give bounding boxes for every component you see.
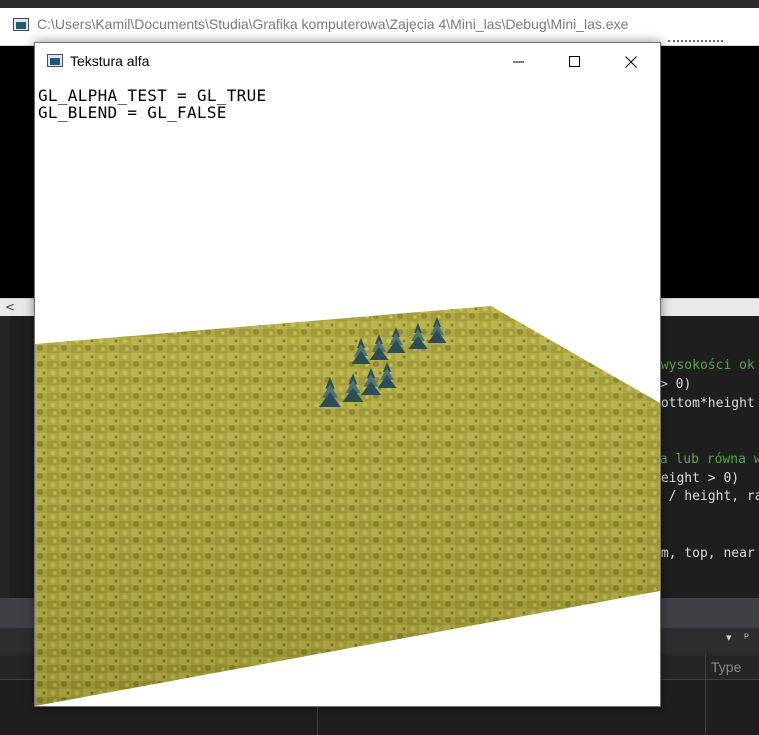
maximize-button[interactable] bbox=[547, 43, 603, 81]
code-line: wysokości ok bbox=[653, 358, 755, 373]
gl-window[interactable]: Tekstura alfa GL_ALPHA_TEST = GL_TRUE GL… bbox=[34, 42, 661, 707]
gl-viewport[interactable]: GL_ALPHA_TEST = GL_TRUE GL_BLEND = GL_FA… bbox=[35, 81, 660, 706]
scroll-right-area[interactable] bbox=[739, 299, 759, 316]
maximize-icon bbox=[569, 56, 580, 67]
window-title: Tekstura alfa bbox=[70, 53, 150, 69]
gl-titlebar[interactable]: Tekstura alfa bbox=[35, 43, 660, 81]
code-line: ) / height, ra bbox=[653, 489, 759, 504]
code-line: > 0) bbox=[660, 377, 692, 392]
code-line: oottom*height bbox=[653, 396, 755, 411]
scene bbox=[35, 306, 660, 706]
column-header-type[interactable]: Type bbox=[711, 659, 741, 675]
blend-status: GL_BLEND = GL_FALSE bbox=[38, 103, 227, 122]
code-line: ka lub równa w bbox=[652, 452, 759, 467]
scroll-left-icon[interactable]: < bbox=[0, 299, 20, 316]
desktop: C:\Users\Kamil\Documents\Studia\Grafika … bbox=[0, 0, 759, 735]
gl-status-text: GL_ALPHA_TEST = GL_TRUE GL_BLEND = GL_FA… bbox=[38, 87, 266, 121]
console-app-icon bbox=[13, 18, 29, 31]
console-titlebar[interactable]: C:\Users\Kamil\Documents\Studia\Grafika … bbox=[0, 0, 759, 46]
close-button[interactable] bbox=[603, 43, 659, 81]
panel-grip[interactable] bbox=[668, 40, 723, 44]
taskbar-strip bbox=[0, 0, 759, 8]
column-divider[interactable] bbox=[705, 654, 706, 734]
gl-app-icon bbox=[47, 54, 63, 67]
pin-icon[interactable]: ᵖ bbox=[744, 630, 749, 644]
console-title: C:\Users\Kamil\Documents\Studia\Grafika … bbox=[37, 16, 629, 32]
code-line: neight > 0) bbox=[653, 471, 740, 486]
code-line: om, top, near bbox=[653, 546, 755, 561]
close-icon bbox=[625, 56, 637, 68]
minimize-icon bbox=[513, 61, 524, 63]
minimize-button[interactable] bbox=[491, 43, 547, 81]
editor-gutter bbox=[0, 316, 10, 601]
dropdown-icon[interactable]: ▾ bbox=[726, 631, 732, 644]
